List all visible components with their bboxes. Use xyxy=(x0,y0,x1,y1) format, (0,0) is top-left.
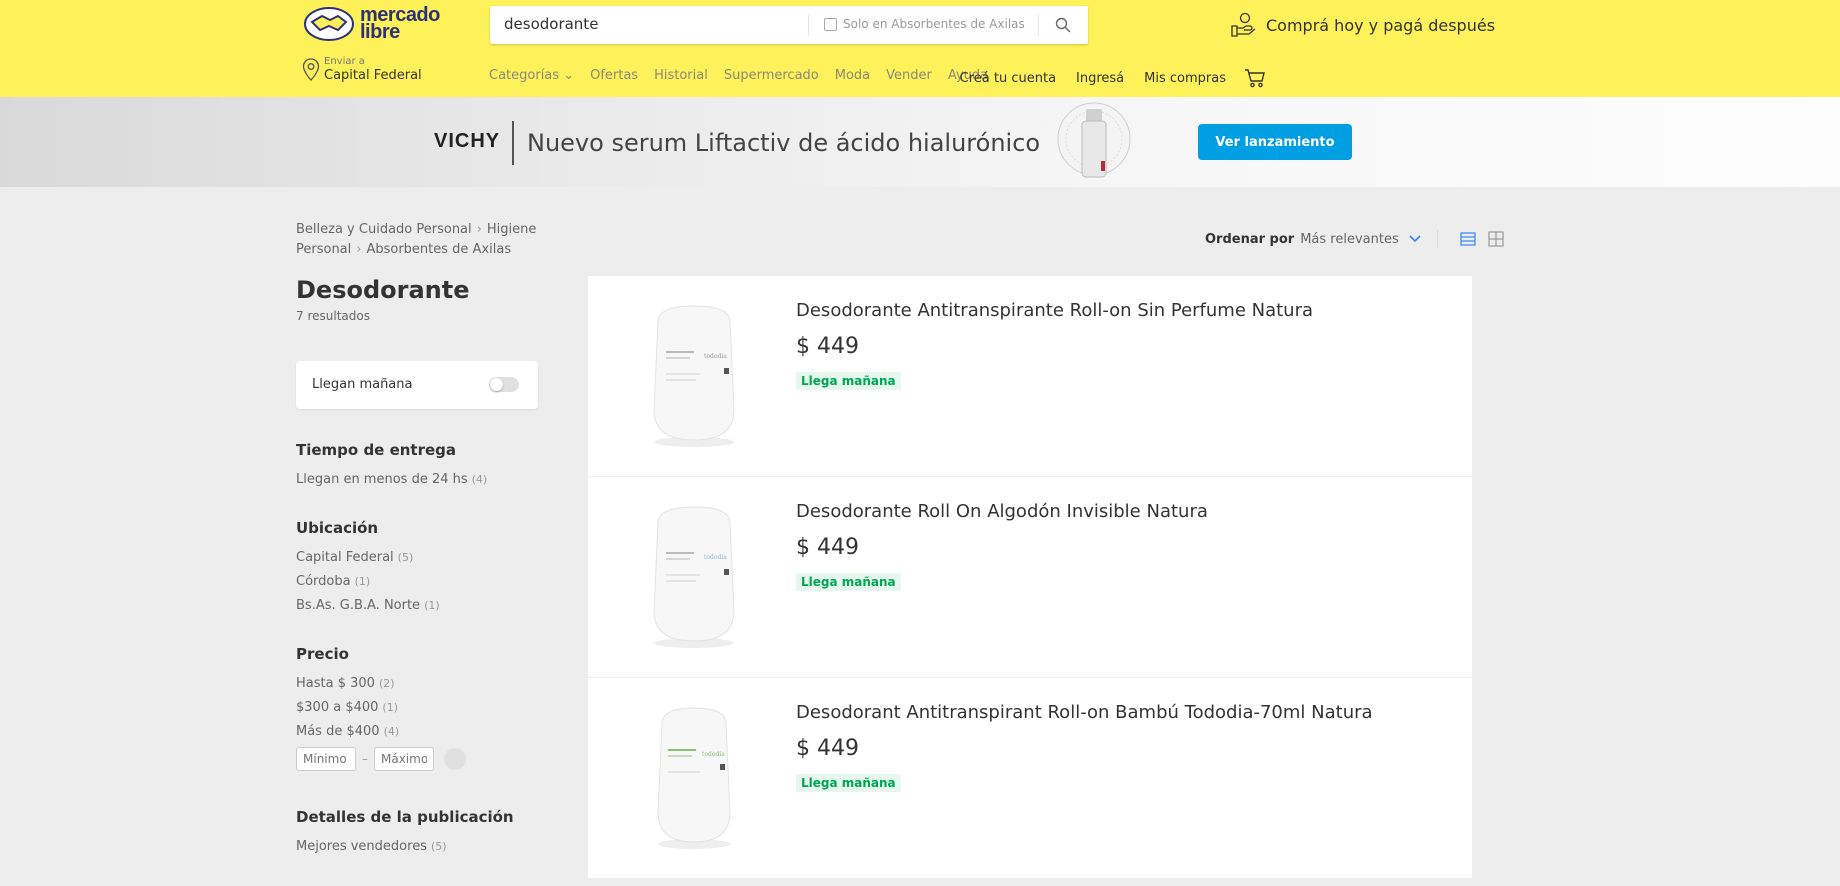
nav-vender[interactable]: Vender xyxy=(886,68,932,83)
cart-icon[interactable] xyxy=(1244,68,1266,88)
filter-item[interactable]: Hasta $ 300 (2) xyxy=(296,676,395,691)
filter-item[interactable]: Bs.As. G.B.A. Norte (1) xyxy=(296,598,440,613)
nav-historial[interactable]: Historial xyxy=(654,68,708,83)
page-title: Desodorante xyxy=(296,276,470,304)
location-label: Enviar a xyxy=(324,56,365,67)
filter-item[interactable]: Más de $400 (4) xyxy=(296,724,399,739)
site-header: mercado libre Solo en Absorbentes de Axi… xyxy=(0,0,1840,97)
location-value: Capital Federal xyxy=(324,68,422,83)
shipping-location[interactable]: Enviar a Capital Federal xyxy=(302,56,422,84)
product-title[interactable]: Desodorante Antitranspirante Roll-on Sin… xyxy=(796,300,1313,321)
product-price: $ 449 xyxy=(796,535,859,560)
arrive-tomorrow-filter: Llegan mañana xyxy=(296,361,538,409)
category-filter-label: Solo en Absorbentes de Axilas xyxy=(843,17,1025,31)
product-title[interactable]: Desodorant Antitranspirant Roll-on Bambú… xyxy=(796,702,1373,723)
delivery-badge: Llega mañana xyxy=(796,372,901,390)
filter-item[interactable]: Mejores vendedores (5) xyxy=(296,839,447,854)
svg-text:tododia: tododia xyxy=(704,353,727,360)
range-dash: – xyxy=(362,752,368,766)
results-count: 7 resultados xyxy=(296,309,370,323)
delivery-badge: Llega mañana xyxy=(796,774,901,792)
price-min-input[interactable] xyxy=(296,747,356,771)
banner-brand: VICHY xyxy=(434,130,501,152)
filter-item[interactable]: $300 a $400 (1) xyxy=(296,700,398,715)
sort-dropdown[interactable]: Más relevantes xyxy=(1300,232,1399,247)
banner-divider xyxy=(512,121,514,165)
list-item[interactable]: tododia Desodorante Roll On Algodón Invi… xyxy=(588,477,1472,678)
product-price: $ 449 xyxy=(796,334,859,359)
breadcrumb-item[interactable]: Belleza y Cuidado Personal xyxy=(296,222,472,237)
logo-text: mercado libre xyxy=(360,4,440,43)
product-image[interactable]: tododia xyxy=(644,702,744,852)
banner-headline: Nuevo serum Liftactiv de ácido hialuróni… xyxy=(527,129,1041,157)
chevron-right-icon: › xyxy=(476,222,482,237)
breadcrumb-item[interactable]: Absorbentes de Axilas xyxy=(366,242,511,257)
price-apply-button[interactable] xyxy=(444,748,466,770)
filter-title-price: Precio xyxy=(296,645,349,663)
create-account-link[interactable]: Creá tu cuenta xyxy=(960,71,1056,86)
category-checkbox[interactable] xyxy=(824,17,837,31)
promo-banner[interactable]: VICHY Nuevo serum Liftactiv de ácido hia… xyxy=(0,97,1840,187)
filter-item[interactable]: Llegan en menos de 24 hs (4) xyxy=(296,472,487,487)
breadcrumb: Belleza y Cuidado Personal › Higiene Perso… xyxy=(296,220,546,260)
search-divider xyxy=(808,14,809,36)
sort-label: Ordenar por xyxy=(1205,231,1295,247)
location-text: Enviar a Capital Federal xyxy=(324,56,422,84)
product-title[interactable]: Desodorante Roll On Algodón Invisible Na… xyxy=(796,501,1208,522)
nav-ofertas[interactable]: Ofertas xyxy=(590,68,638,83)
search-button[interactable] xyxy=(1046,12,1080,38)
svg-text:tododia: tododia xyxy=(702,751,725,758)
search-bar: Solo en Absorbentes de Axilas xyxy=(490,6,1088,44)
account-nav: Creá tu cuenta Ingresá Mis compras xyxy=(960,68,1266,88)
list-item[interactable]: tododia Desodorant Antitranspirant Roll-… xyxy=(588,678,1472,879)
login-link[interactable]: Ingresá xyxy=(1076,71,1124,86)
grid-view-icon[interactable] xyxy=(1488,231,1504,247)
sort-controls: Ordenar por Más relevantes xyxy=(1205,230,1504,248)
product-price: $ 449 xyxy=(796,736,859,761)
nav-categorias[interactable]: Categorías ⌄ xyxy=(489,68,574,83)
handshake-logo-icon xyxy=(304,7,354,41)
main-nav: Categorías ⌄ Ofertas Historial Supermerc… xyxy=(489,68,988,83)
serum-bottle-image xyxy=(1057,102,1131,178)
sort-divider xyxy=(1436,230,1438,248)
product-image[interactable]: tododia xyxy=(644,300,744,450)
price-range: – xyxy=(296,747,466,771)
price-max-input[interactable] xyxy=(374,747,434,771)
mercadolibre-logo[interactable]: mercado libre xyxy=(304,4,440,43)
chevron-down-icon[interactable] xyxy=(1409,235,1421,243)
filter-item[interactable]: Córdoba (1) xyxy=(296,574,370,589)
filter-title-delivery: Tiempo de entrega xyxy=(296,441,457,459)
promo-text: Comprá hoy y pagá después xyxy=(1266,15,1496,35)
search-icon xyxy=(1055,17,1071,33)
results-list: tododia Desodorante Antitranspirante Rol… xyxy=(588,276,1472,879)
chevron-right-icon: › xyxy=(356,242,362,257)
pay-later-promo[interactable]: Comprá hoy y pagá después xyxy=(1230,12,1495,38)
nav-supermercado[interactable]: Supermercado xyxy=(724,68,819,83)
product-image[interactable]: tododia xyxy=(644,501,744,651)
my-purchases-link[interactable]: Mis compras xyxy=(1144,71,1226,86)
arrive-tomorrow-toggle[interactable] xyxy=(489,377,519,392)
search-input[interactable] xyxy=(504,15,804,33)
search-divider xyxy=(1038,14,1039,36)
filter-title-details: Detalles de la publicación xyxy=(296,808,514,826)
delivery-badge: Llega mañana xyxy=(796,573,901,591)
toggle-knob xyxy=(490,378,503,391)
filter-title-location: Ubicación xyxy=(296,519,379,537)
svg-text:tododia: tododia xyxy=(704,554,727,561)
arrive-tomorrow-label: Llegan mañana xyxy=(312,377,413,392)
location-pin-icon xyxy=(302,58,320,81)
list-item[interactable]: tododia Desodorante Antitranspirante Rol… xyxy=(588,276,1472,477)
list-view-icon[interactable] xyxy=(1460,231,1476,247)
filter-item[interactable]: Capital Federal (5) xyxy=(296,550,413,565)
hand-coin-icon xyxy=(1231,12,1256,37)
view-launch-button[interactable]: Ver lanzamiento xyxy=(1198,124,1352,160)
search-category-filter[interactable]: Solo en Absorbentes de Axilas xyxy=(824,17,1025,31)
chevron-down-icon: ⌄ xyxy=(563,68,575,83)
nav-moda[interactable]: Moda xyxy=(835,68,870,83)
